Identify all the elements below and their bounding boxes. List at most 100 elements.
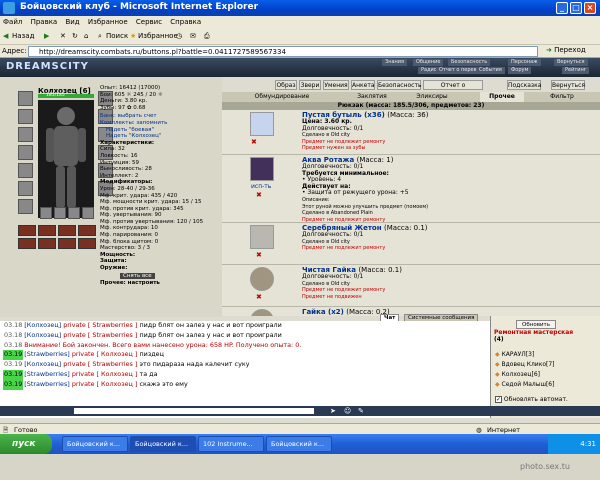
chat-sender[interactable]: [Колхозец] xyxy=(24,331,61,339)
wear-set-1-link[interactable]: Надеть "боевая" xyxy=(100,127,220,134)
chat-time[interactable]: 03.18 xyxy=(3,341,23,351)
chat-time[interactable]: 03.18 xyxy=(3,331,23,341)
nav-forum[interactable]: Форум xyxy=(508,67,532,74)
clear-icon[interactable]: ✎ xyxy=(358,407,364,415)
chat-private-tag[interactable]: private [ Strawberries ] xyxy=(63,321,137,329)
delete-icon[interactable]: ✖ xyxy=(256,191,262,199)
history-icon[interactable]: ◷ xyxy=(176,32,182,40)
go-button[interactable]: ➜ Переход xyxy=(546,46,586,54)
menu-view[interactable]: Вид xyxy=(65,18,79,26)
favorites-star-icon[interactable]: ★ xyxy=(130,32,136,40)
section-modifiers[interactable]: Модификаторы: xyxy=(100,179,220,186)
stop-icon[interactable]: ✕ xyxy=(60,32,66,40)
delete-icon[interactable]: ✖ xyxy=(256,251,262,259)
slot-belt-item-2[interactable] xyxy=(54,207,66,219)
tab-spells[interactable]: Заклятия xyxy=(342,92,402,102)
nav-events[interactable]: События xyxy=(476,67,505,74)
section-characteristics[interactable]: Характеристики: xyxy=(100,140,220,147)
address-input[interactable]: http://dreamscity.combats.ru/buttons.pl?… xyxy=(28,46,538,57)
chat-sender[interactable]: [Колхозец] xyxy=(24,321,61,329)
slot-belt-item-4[interactable] xyxy=(82,207,94,219)
chat-private-tag[interactable]: private [ Strawberries ] xyxy=(63,331,137,339)
chat-sender[interactable]: [Strawberries] xyxy=(24,380,70,388)
start-button[interactable]: пуск xyxy=(0,434,52,454)
taskbar-item[interactable]: 102 Instrume... xyxy=(198,436,264,452)
slot-helmet[interactable] xyxy=(18,91,33,106)
favorites-button[interactable]: Избранное xyxy=(138,32,178,40)
chat-private-tag[interactable]: private [ Колхозец ] xyxy=(72,370,138,378)
player-name[interactable]: КАРАУЛ[3] xyxy=(502,351,535,358)
home-icon[interactable]: ⌂ xyxy=(84,32,88,40)
nav-security[interactable]: Безопасность xyxy=(448,59,491,66)
spell-slot-4[interactable] xyxy=(78,225,96,236)
chat-private-tag[interactable]: private [ Колхозец ] xyxy=(72,380,138,388)
slot-armor[interactable] xyxy=(18,127,33,142)
clock[interactable]: 4:31 xyxy=(580,440,596,448)
section-power[interactable]: Мощность: xyxy=(100,252,220,259)
spell-slot-8[interactable] xyxy=(78,238,96,249)
player-name[interactable]: Вдовец Клико[7] xyxy=(502,361,555,368)
chat-sender[interactable]: [Колхозец] xyxy=(24,360,61,368)
minimize-button[interactable]: _ xyxy=(556,2,568,14)
rune-icon[interactable] xyxy=(250,157,274,181)
tab-filter[interactable]: Фильтр xyxy=(532,92,592,102)
taskbar-item[interactable]: Бойцовский к... xyxy=(266,436,332,452)
sub-nav-pets[interactable]: Звери xyxy=(299,80,321,90)
wear-set-2-link[interactable]: Надеть "Колхозец" xyxy=(100,133,220,140)
nut-icon[interactable] xyxy=(250,309,274,316)
slot-gloves[interactable] xyxy=(18,145,33,160)
taskbar-item-active[interactable]: Бойцовский к... xyxy=(130,436,196,452)
nav-character[interactable]: Персонаж xyxy=(508,59,541,66)
bottle-icon[interactable] xyxy=(250,112,274,136)
smile-icon[interactable]: ☺ xyxy=(344,407,351,415)
menu-help[interactable]: Справка xyxy=(170,18,201,26)
section-defense[interactable]: Защита: xyxy=(100,258,220,265)
close-button[interactable]: × xyxy=(584,2,596,14)
player-entry[interactable]: ◆ КАРАУЛ[3] xyxy=(495,351,534,358)
character-figure[interactable] xyxy=(38,100,94,218)
back-button[interactable]: Назад xyxy=(12,32,34,40)
back-arrow-icon[interactable]: ◀ xyxy=(3,32,8,40)
unequip-all-button[interactable]: Снять все xyxy=(120,272,155,280)
slot-belt-item-3[interactable] xyxy=(68,207,80,219)
chat-time[interactable]: 03.19 xyxy=(3,379,24,390)
sub-nav-security[interactable]: Безопасность xyxy=(377,80,422,90)
spell-slot-6[interactable] xyxy=(38,238,56,249)
sub-nav-transfers[interactable]: Отчет о переводах xyxy=(423,80,483,99)
chat-sender[interactable]: [Strawberries] xyxy=(24,370,70,378)
spell-slot-2[interactable] xyxy=(38,225,56,236)
nav-rating[interactable]: Рейтинг xyxy=(562,67,590,74)
tab-other[interactable]: Прочее xyxy=(480,92,524,102)
nav-knowledge[interactable]: Знания xyxy=(382,59,408,66)
maximize-button[interactable]: □ xyxy=(570,2,582,14)
player-entry[interactable]: ◆ Вдовец Клико[7] xyxy=(495,361,555,368)
taskbar-item[interactable]: Бойцовский к... xyxy=(62,436,128,452)
section-other[interactable]: Прочее: настроить xyxy=(100,280,220,287)
slot-leggings[interactable] xyxy=(18,181,33,196)
use-button[interactable]: исп-ть xyxy=(251,183,271,190)
spell-slot-7[interactable] xyxy=(58,238,76,249)
chat-private-tag[interactable]: private [ Strawberries ] xyxy=(63,360,137,368)
chat-sender[interactable]: [Strawberries] xyxy=(24,350,70,358)
print-icon[interactable]: ⎙ xyxy=(204,32,210,41)
sub-nav-profile[interactable]: Анкета xyxy=(351,80,375,90)
search-button[interactable]: Поиск xyxy=(106,32,128,40)
sub-nav-return[interactable]: Вернуться xyxy=(551,80,585,90)
tab-equipment[interactable]: Обмундирование xyxy=(222,92,342,102)
chat-time[interactable]: 03.19 xyxy=(3,369,24,380)
chat-time[interactable]: 03.19 xyxy=(3,360,23,370)
refresh-icon[interactable]: ↻ xyxy=(72,32,78,40)
sub-nav-hint[interactable]: Подсказка xyxy=(507,80,541,90)
mail-icon[interactable]: ✉ xyxy=(190,32,196,40)
search-icon[interactable]: ⌕ xyxy=(98,32,102,41)
spell-slot-1[interactable] xyxy=(18,225,36,236)
chat-time[interactable]: 03.19 xyxy=(3,350,24,361)
sets-link[interactable]: Комплекты: запомнить xyxy=(100,120,220,127)
forward-arrow-icon[interactable]: ▶ xyxy=(44,32,49,40)
menu-file[interactable]: Файл xyxy=(3,18,22,26)
spell-slot-3[interactable] xyxy=(58,225,76,236)
nut-icon[interactable] xyxy=(250,267,274,291)
section-weapon[interactable]: Оружие: xyxy=(100,265,220,272)
chat-send-icon[interactable]: ➤ xyxy=(330,407,336,415)
token-icon[interactable] xyxy=(250,225,274,249)
